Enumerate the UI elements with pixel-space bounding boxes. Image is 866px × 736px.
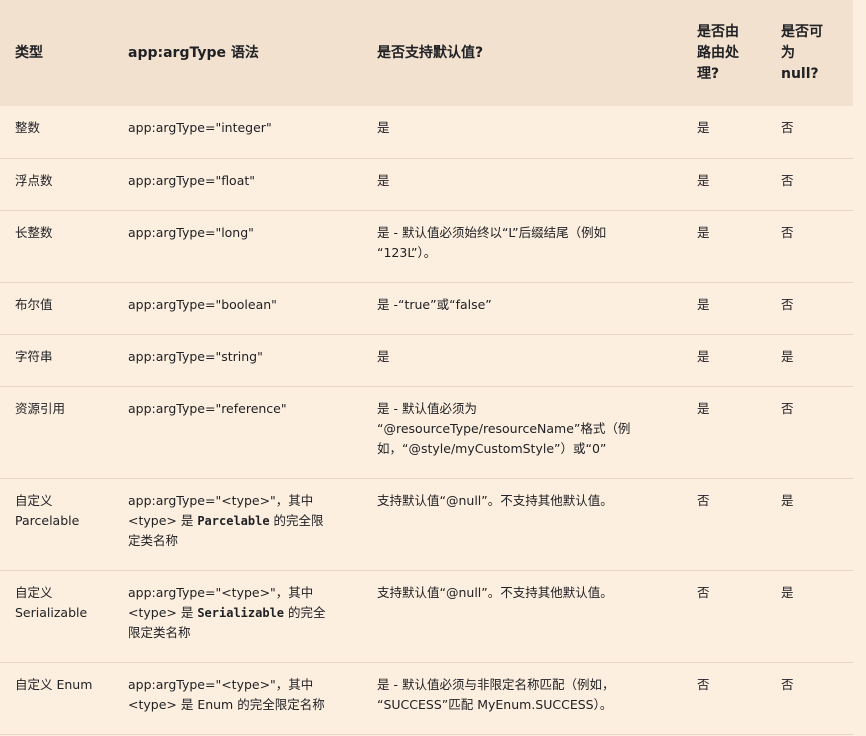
- cell-line: app:argType="<type>"，其中: [128, 584, 314, 600]
- cell-line: Serializable: [15, 604, 88, 620]
- header-route-line: 路由处: [697, 44, 739, 61]
- cell-line: 是 - 默认值必须始终以“L”后缀结尾（例如: [377, 224, 607, 240]
- header-syntax: app:argType 语法: [128, 44, 259, 61]
- cell-syntax: app:argType="float": [113, 158, 362, 211]
- cell-route: 是: [682, 282, 766, 335]
- cell-route: 否: [682, 662, 766, 735]
- cell-line: 是 - 默认值必须与非限定名称匹配（例如，: [377, 676, 615, 692]
- cell-line: 是 - 默认值必须为: [377, 400, 477, 416]
- cell-nullable: 否: [766, 106, 853, 159]
- cell-nullable: 是: [766, 570, 853, 663]
- table-row: 布尔值 app:argType="boolean" 是 -“true”或“fal…: [0, 282, 853, 335]
- cell-line: <type> 是 Serializable 的完全: [128, 603, 362, 623]
- cell-default: 是 - 默认值必须与非限定名称匹配（例如， “SUCCESS”匹配 MyEnum…: [362, 662, 682, 735]
- cell-syntax: app:argType="reference": [113, 386, 362, 479]
- cell-type: 自定义 Enum: [0, 662, 113, 735]
- cell-route: 是: [682, 158, 766, 211]
- cell-line: 如，“@style/myCustomStyle”）或“0”: [377, 440, 607, 456]
- cell-syntax: app:argType="string": [113, 334, 362, 387]
- cell-route: 是: [682, 106, 766, 159]
- cell-route: 否: [682, 570, 766, 663]
- cell-type: 字符串: [0, 334, 113, 387]
- table-row: 自定义 Parcelable app:argType="<type>"，其中 <…: [0, 478, 853, 571]
- syntax-text: <type> 是: [128, 604, 198, 620]
- cell-nullable: 是: [766, 334, 853, 387]
- syntax-text: 的完全限: [269, 512, 324, 528]
- cell-line: app:argType="<type>"，其中: [128, 492, 314, 508]
- header-nullable-line: 是否可: [781, 23, 823, 40]
- header-nullable-line: 为: [781, 44, 795, 61]
- cell-syntax: app:argType="long": [113, 210, 362, 283]
- header-type: 类型: [15, 44, 43, 61]
- cell-nullable: 否: [766, 158, 853, 211]
- cell-default: 是 - 默认值必须为 “@resourceType/resourceName”格…: [362, 386, 682, 479]
- table-row: 自定义 Serializable app:argType="<type>"，其中…: [0, 570, 853, 663]
- cell-line: Parcelable: [15, 512, 80, 528]
- cell-line: 限定类名称: [128, 624, 191, 640]
- cell-line: 自定义: [15, 492, 53, 508]
- cell-default: 支持默认值“@null”。不支持其他默认值。: [362, 478, 682, 571]
- cell-type: 长整数: [0, 210, 113, 283]
- cell-default: 支持默认值“@null”。不支持其他默认值。: [362, 570, 682, 663]
- table-row: 字符串 app:argType="string" 是 是 是: [0, 334, 853, 387]
- cell-default: 是 -“true”或“false”: [362, 282, 682, 335]
- cell-line: “123L”）。: [377, 244, 437, 260]
- cell-default: 是 - 默认值必须始终以“L”后缀结尾（例如 “123L”）。: [362, 210, 682, 283]
- cell-type: 布尔值: [0, 282, 113, 335]
- cell-syntax: app:argType="integer": [113, 106, 362, 159]
- syntax-text: <type> 是: [128, 512, 198, 528]
- cell-nullable: 否: [766, 210, 853, 283]
- header-route-line: 是否由: [697, 23, 739, 40]
- cell-route: 是: [682, 334, 766, 387]
- cell-type: 整数: [0, 106, 113, 159]
- cell-syntax: app:argType="<type>"，其中 <type> 是 Enum 的完…: [113, 662, 362, 735]
- cell-default: 是: [362, 106, 682, 159]
- cell-nullable: 是: [766, 478, 853, 571]
- header-route-line: 理?: [697, 65, 720, 82]
- table-row: 自定义 Enum app:argType="<type>"，其中 <type> …: [0, 662, 853, 735]
- cell-line: <type> 是 Parcelable 的完全限: [128, 511, 362, 531]
- cell-syntax: app:argType="<type>"，其中 <type> 是 Parcela…: [113, 478, 362, 571]
- header-default: 是否支持默认值?: [377, 44, 484, 61]
- cell-default: 是: [362, 334, 682, 387]
- cell-line: 自定义: [15, 584, 53, 600]
- cell-syntax: app:argType="<type>"，其中 <type> 是 Seriali…: [113, 570, 362, 663]
- cell-type: 自定义 Serializable: [0, 570, 113, 663]
- cell-route: 是: [682, 386, 766, 479]
- cell-nullable: 否: [766, 386, 853, 479]
- header-nullable: 是否可 为 null?: [766, 0, 853, 106]
- cell-line: 定类名称: [128, 532, 179, 548]
- cell-line: <type> 是 Enum 的完全限定名称: [128, 696, 325, 712]
- cell-line: “@resourceType/resourceName”格式（例: [377, 420, 631, 436]
- table-header-row: 类型 app:argType 语法 是否支持默认值? 是否由 路由处 理? 是否…: [0, 0, 853, 106]
- cell-type: 浮点数: [0, 158, 113, 211]
- cell-nullable: 否: [766, 282, 853, 335]
- header-nullable-line: null?: [781, 65, 819, 82]
- cell-line: app:argType="<type>"，其中: [128, 676, 314, 692]
- table-row: 长整数 app:argType="long" 是 - 默认值必须始终以“L”后缀…: [0, 210, 853, 283]
- cell-route: 否: [682, 478, 766, 571]
- cell-type: 自定义 Parcelable: [0, 478, 113, 571]
- cell-default: 是: [362, 158, 682, 211]
- cell-line: “SUCCESS”匹配 MyEnum.SUCCESS）。: [377, 696, 613, 712]
- code-span: Serializable: [197, 605, 285, 620]
- table-row: 整数 app:argType="integer" 是 是 否: [0, 106, 853, 159]
- code-span: Parcelable: [197, 513, 270, 528]
- table-row: 浮点数 app:argType="float" 是 是 否: [0, 158, 853, 211]
- argtype-table: 类型 app:argType 语法 是否支持默认值? 是否由 路由处 理? 是否…: [0, 0, 853, 735]
- syntax-text: 的完全: [284, 604, 326, 620]
- cell-syntax: app:argType="boolean": [113, 282, 362, 335]
- cell-route: 是: [682, 210, 766, 283]
- page-edge: [853, 0, 866, 736]
- cell-type: 资源引用: [0, 386, 113, 479]
- header-route: 是否由 路由处 理?: [682, 0, 766, 106]
- cell-nullable: 否: [766, 662, 853, 735]
- table-row: 资源引用 app:argType="reference" 是 - 默认值必须为 …: [0, 386, 853, 479]
